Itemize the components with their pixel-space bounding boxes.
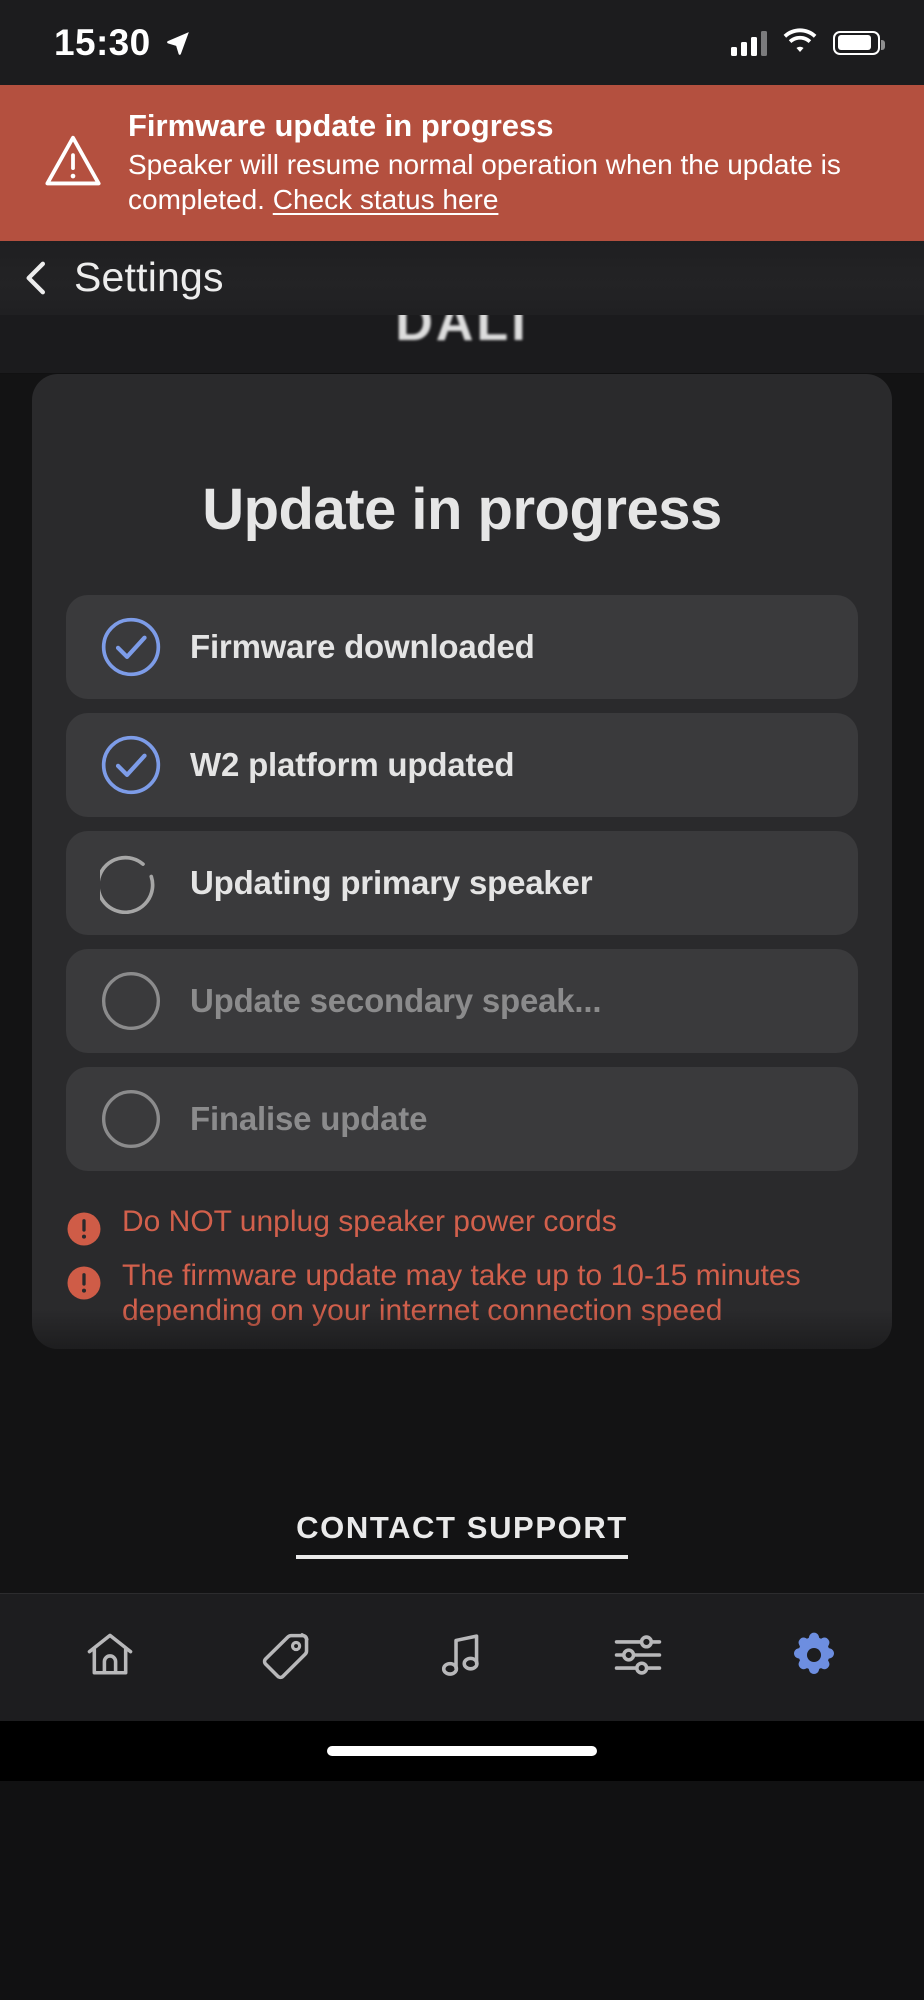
location-arrow-icon (165, 30, 191, 56)
step-label: Updating primary speaker (190, 864, 592, 902)
step-label: Firmware downloaded (190, 628, 535, 666)
check-circle-icon (100, 616, 162, 678)
banner-title: Firmware update in progress (128, 107, 884, 145)
contact-support-button[interactable]: CONTACT SUPPORT (296, 1510, 628, 1559)
warning-note: The firmware update may take up to 10-15… (66, 1259, 858, 1329)
music-note-icon (434, 1627, 490, 1688)
check-circle-icon (100, 734, 162, 796)
alert-circle-icon (66, 1211, 102, 1247)
brand-logo-strip: DALI (0, 315, 924, 373)
navigation-bar: Settings (0, 241, 924, 315)
alert-circle-icon (66, 1265, 102, 1301)
step-row: W2 platform updated (66, 713, 858, 817)
home-icon (82, 1627, 138, 1688)
warning-triangle-icon (44, 133, 102, 191)
tab-devices[interactable] (238, 1614, 334, 1700)
battery-icon (833, 31, 880, 55)
banner-body: Speaker will resume normal operation whe… (128, 147, 884, 217)
status-bar-time: 15:30 (54, 24, 151, 61)
tab-music[interactable] (414, 1614, 510, 1700)
wifi-icon (783, 27, 817, 59)
content-area: Update in progress Firmware downloaded (0, 374, 924, 1477)
step-label: Update secondary speak... (190, 982, 601, 1020)
warning-note: Do NOT unplug speaker power cords (66, 1205, 858, 1247)
tab-settings[interactable] (766, 1614, 862, 1700)
step-row: Finalise update (66, 1067, 858, 1171)
empty-circle-icon (100, 1088, 162, 1150)
update-progress-card: Update in progress Firmware downloaded (32, 374, 892, 1349)
warning-note-text: Do NOT unplug speaker power cords (122, 1205, 617, 1240)
check-status-link[interactable]: Check status here (273, 184, 499, 215)
tag-icon (258, 1627, 314, 1688)
page-title: Settings (74, 254, 224, 301)
update-warning-notes: Do NOT unplug speaker power cords The fi… (66, 1205, 858, 1329)
cellular-signal-icon (731, 30, 767, 56)
sliders-icon (610, 1627, 666, 1688)
support-section: CONTACT SUPPORT (0, 1477, 924, 1593)
step-label: Finalise update (190, 1100, 427, 1138)
bottom-tab-bar (0, 1593, 924, 1721)
chevron-left-icon[interactable] (14, 255, 60, 301)
empty-circle-icon (100, 970, 162, 1032)
step-label: W2 platform updated (190, 746, 514, 784)
gear-icon (787, 1628, 841, 1687)
app-screen: 15:30 Firmw (0, 0, 924, 2000)
warning-note-text: The firmware update may take up to 10-15… (122, 1259, 858, 1329)
status-bar-left: 15:30 (54, 24, 191, 61)
step-row: Updating primary speaker (66, 831, 858, 935)
step-row: Firmware downloaded (66, 595, 858, 699)
banner-text: Firmware update in progress Speaker will… (128, 107, 884, 217)
tab-home[interactable] (62, 1614, 158, 1700)
brand-logo: DALI (395, 315, 528, 353)
home-indicator-area (0, 1721, 924, 1781)
firmware-update-banner[interactable]: Firmware update in progress Speaker will… (0, 85, 924, 241)
step-row: Update secondary speak... (66, 949, 858, 1053)
home-indicator[interactable] (327, 1746, 597, 1756)
update-steps-list: Firmware downloaded W2 platform updated (66, 595, 858, 1171)
card-title: Update in progress (66, 476, 858, 543)
status-bar-right (731, 27, 880, 59)
tab-eq[interactable] (590, 1614, 686, 1700)
status-bar: 15:30 (0, 0, 924, 85)
spinner-icon (100, 852, 162, 914)
